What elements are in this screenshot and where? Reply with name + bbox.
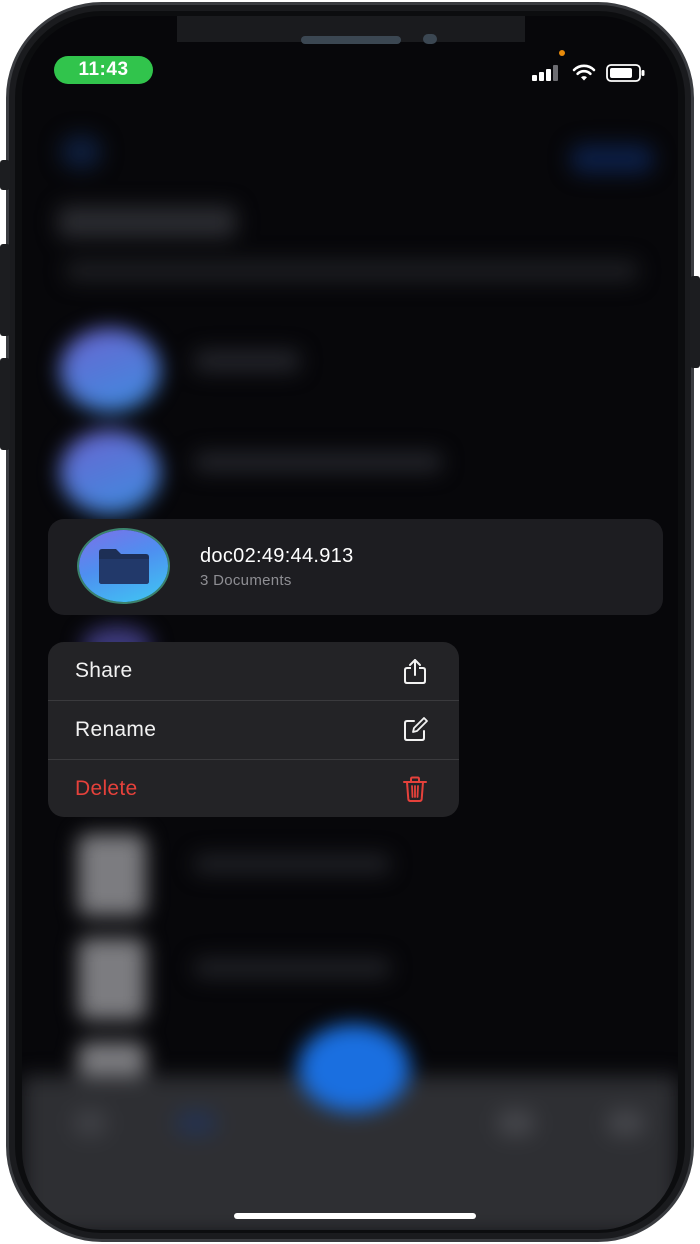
- home-indicator[interactable]: [234, 1213, 476, 1219]
- folder-avatar: [79, 530, 168, 602]
- menu-item-label: Share: [75, 659, 133, 682]
- status-icons: [532, 64, 646, 82]
- share-icon: [404, 659, 426, 684]
- status-time: 11:43: [54, 56, 153, 84]
- front-camera: [423, 34, 437, 44]
- wifi-icon: [572, 64, 596, 81]
- trash-icon: [403, 776, 427, 802]
- menu-item-label: Delete: [75, 777, 138, 800]
- context-menu: Share Rename Delete: [48, 642, 459, 817]
- signal-icon: [532, 65, 558, 81]
- power-button: [690, 276, 700, 368]
- folder-document-count: 3 Documents: [200, 572, 292, 589]
- menu-item-delete[interactable]: Delete: [48, 760, 459, 817]
- menu-item-share[interactable]: Share: [48, 642, 459, 700]
- screen: 11:43 doc02:49:44.913 3 Documents Share …: [22, 16, 678, 1230]
- earpiece: [301, 36, 401, 44]
- mute-switch: [0, 160, 10, 190]
- folder-title: doc02:49:44.913: [200, 545, 354, 567]
- folder-icon: [99, 549, 149, 584]
- blurred-background: [22, 16, 678, 1230]
- notch: [177, 16, 525, 44]
- volume-up-button: [0, 244, 10, 336]
- menu-item-rename[interactable]: Rename: [48, 701, 459, 759]
- selected-folder-card[interactable]: doc02:49:44.913 3 Documents: [48, 519, 663, 615]
- battery-icon: [606, 64, 645, 82]
- volume-down-button: [0, 358, 10, 450]
- edit-icon: [404, 717, 428, 741]
- privacy-indicator: [559, 50, 565, 56]
- menu-item-label: Rename: [75, 718, 157, 741]
